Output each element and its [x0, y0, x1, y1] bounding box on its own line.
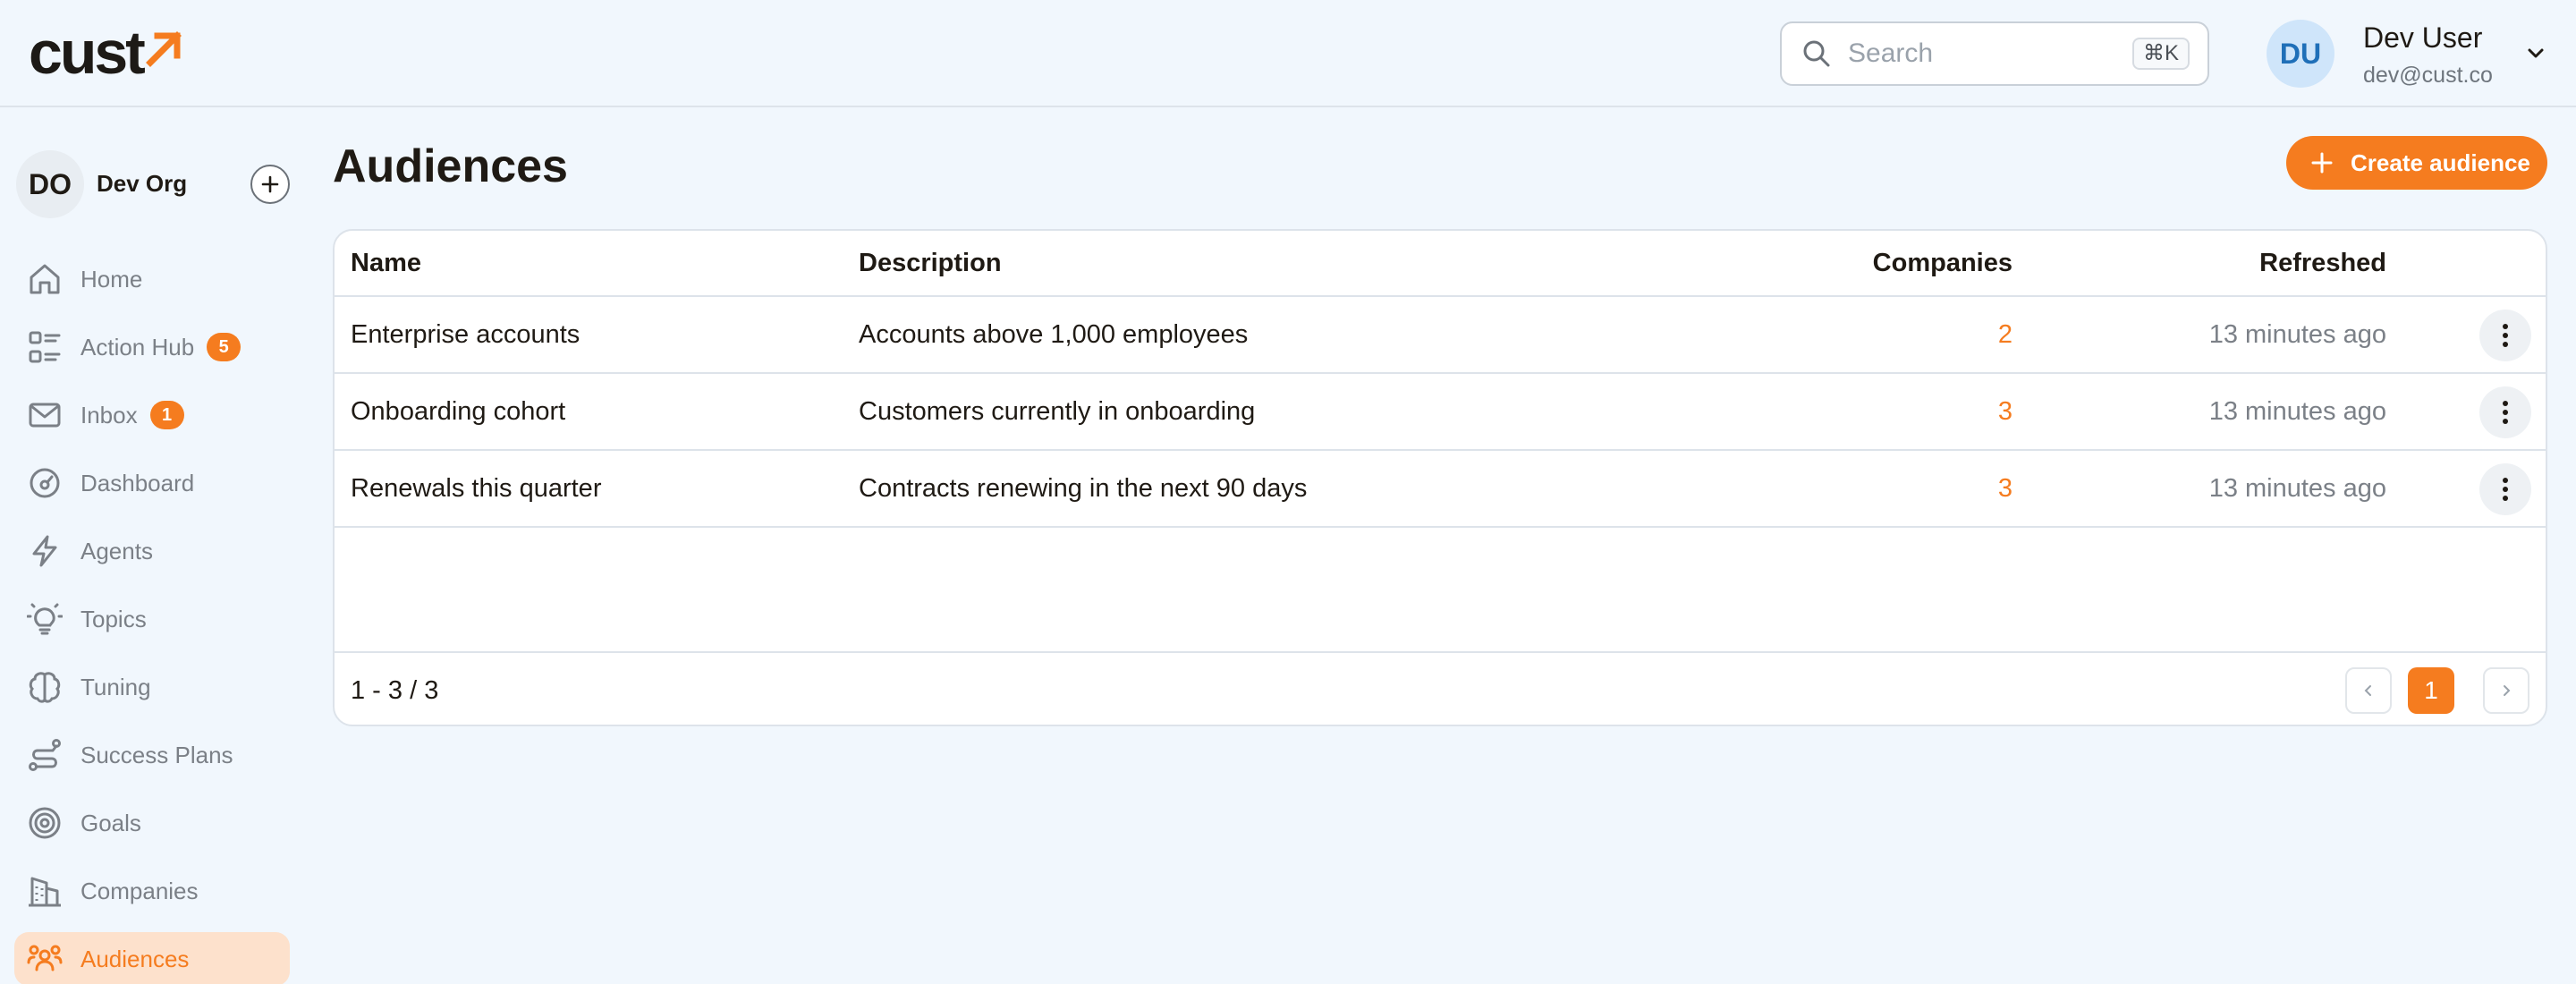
sidebar-item-label: Agents	[80, 537, 153, 564]
mail-icon	[25, 395, 64, 435]
audience-company-count[interactable]: 3	[1998, 474, 2012, 504]
logo-text: cust	[29, 19, 146, 87]
current-page-button[interactable]: 1	[2408, 667, 2454, 714]
sidebar-item-label: Success Plans	[80, 741, 233, 768]
org-avatar: DO	[16, 150, 84, 218]
action-list-icon	[25, 327, 64, 367]
sidebar-item-label: Inbox	[80, 401, 138, 428]
sidebar-item-label: Topics	[80, 605, 147, 632]
users-icon	[25, 939, 64, 979]
audience-description: Customers currently in onboarding	[859, 397, 1256, 426]
table-row[interactable]: Onboarding cohort Customers currently in…	[335, 374, 2546, 451]
audience-description: Contracts renewing in the next 90 days	[859, 474, 1308, 503]
audience-name[interactable]: Renewals this quarter	[351, 474, 601, 504]
sidebar-nav: Home Action Hub 5 Inbox 1 Dashboard Agen…	[14, 252, 290, 984]
sidebar-item-label: Tuning	[80, 673, 151, 700]
sidebar-item-topics[interactable]: Topics	[14, 592, 290, 646]
audience-company-count[interactable]: 3	[1998, 397, 2012, 427]
logo[interactable]: cust	[29, 19, 184, 87]
plus-icon	[261, 175, 279, 193]
sidebar-item-home[interactable]: Home	[14, 252, 290, 306]
more-vertical-icon	[2503, 401, 2508, 424]
audience-name[interactable]: Enterprise accounts	[351, 320, 580, 350]
column-header-refreshed[interactable]: Refreshed	[2259, 249, 2386, 278]
add-org-button[interactable]	[250, 165, 290, 204]
row-actions-button[interactable]	[2479, 386, 2531, 438]
user-name[interactable]: Dev User	[2363, 21, 2482, 55]
sidebar-item-tuning[interactable]: Tuning	[14, 660, 290, 714]
route-icon	[25, 735, 64, 775]
logo-arrow-icon	[145, 31, 182, 67]
table-header: Name Description Companies Refreshed	[335, 231, 2546, 297]
table-row[interactable]: Renewals this quarter Contracts renewing…	[335, 451, 2546, 528]
audience-description: Accounts above 1,000 employees	[859, 320, 1249, 349]
row-actions-button[interactable]	[2479, 310, 2531, 361]
audience-company-count[interactable]: 2	[1998, 320, 2012, 350]
sidebar-item-audiences[interactable]: Audiences	[14, 932, 290, 984]
row-actions-button[interactable]	[2479, 463, 2531, 515]
target-icon	[25, 803, 64, 843]
pagination-range: 1 - 3 / 3	[351, 676, 439, 705]
create-audience-button[interactable]: Create audience	[2286, 136, 2547, 190]
sidebar-item-dashboard[interactable]: Dashboard	[14, 456, 290, 510]
sidebar-item-goals[interactable]: Goals	[14, 796, 290, 850]
audience-refreshed: 13 minutes ago	[2208, 320, 2386, 349]
more-vertical-icon	[2503, 478, 2508, 501]
sidebar-item-label: Audiences	[80, 945, 190, 972]
org-name: Dev Org	[97, 170, 188, 197]
sidebar-item-label: Action Hub	[80, 333, 195, 361]
user-email: dev@cust.co	[2363, 63, 2493, 88]
lightbulb-icon	[25, 599, 64, 639]
create-audience-label: Create audience	[2351, 148, 2530, 176]
plus-icon	[2309, 150, 2334, 175]
audience-name[interactable]: Onboarding cohort	[351, 397, 565, 427]
audiences-table: Name Description Companies Refreshed Ent…	[333, 229, 2547, 726]
more-vertical-icon	[2503, 324, 2508, 347]
sidebar-item-companies[interactable]: Companies	[14, 864, 290, 918]
sidebar-item-label: Companies	[80, 877, 199, 904]
column-header-name[interactable]: Name	[351, 249, 421, 278]
chevron-left-icon	[2364, 685, 2371, 696]
next-page-button[interactable]	[2483, 667, 2529, 714]
search-box[interactable]: ⌘K	[1780, 21, 2209, 86]
column-header-description[interactable]: Description	[859, 249, 1002, 278]
sidebar-item-label: Home	[80, 265, 143, 293]
page-title: Audiences	[333, 140, 568, 192]
chevron-down-icon[interactable]	[2524, 41, 2547, 64]
user-avatar[interactable]: DU	[2267, 20, 2334, 88]
search-icon	[1801, 38, 1832, 69]
audience-refreshed: 13 minutes ago	[2208, 474, 2386, 503]
building-icon	[25, 871, 64, 911]
sidebar-item-action-hub[interactable]: Action Hub 5	[14, 320, 290, 374]
audience-refreshed: 13 minutes ago	[2208, 397, 2386, 426]
home-icon	[25, 259, 64, 299]
previous-page-button[interactable]	[2345, 667, 2392, 714]
top-bar: cust ⌘K DU Dev User dev@cust.co	[0, 0, 2576, 107]
gauge-icon	[25, 463, 64, 503]
search-shortcut-hint: ⌘K	[2131, 38, 2190, 70]
sidebar-item-success-plans[interactable]: Success Plans	[14, 728, 290, 782]
action-hub-count-badge: 5	[207, 333, 242, 361]
sidebar-item-agents[interactable]: Agents	[14, 524, 290, 578]
inbox-count-badge: 1	[149, 401, 184, 429]
table-row[interactable]: Enterprise accounts Accounts above 1,000…	[335, 297, 2546, 374]
sidebar-item-inbox[interactable]: Inbox 1	[14, 388, 290, 442]
sidebar-item-label: Goals	[80, 809, 141, 836]
brain-icon	[25, 667, 64, 707]
search-input[interactable]	[1848, 38, 2134, 69]
table-footer: 1 - 3 / 3 1	[335, 651, 2546, 725]
org-switcher[interactable]: DO Dev Org	[16, 150, 293, 218]
column-header-companies[interactable]: Companies	[1873, 249, 2012, 278]
chevron-right-icon	[2504, 685, 2511, 696]
sidebar-item-label: Dashboard	[80, 469, 195, 496]
bolt-icon	[25, 531, 64, 571]
